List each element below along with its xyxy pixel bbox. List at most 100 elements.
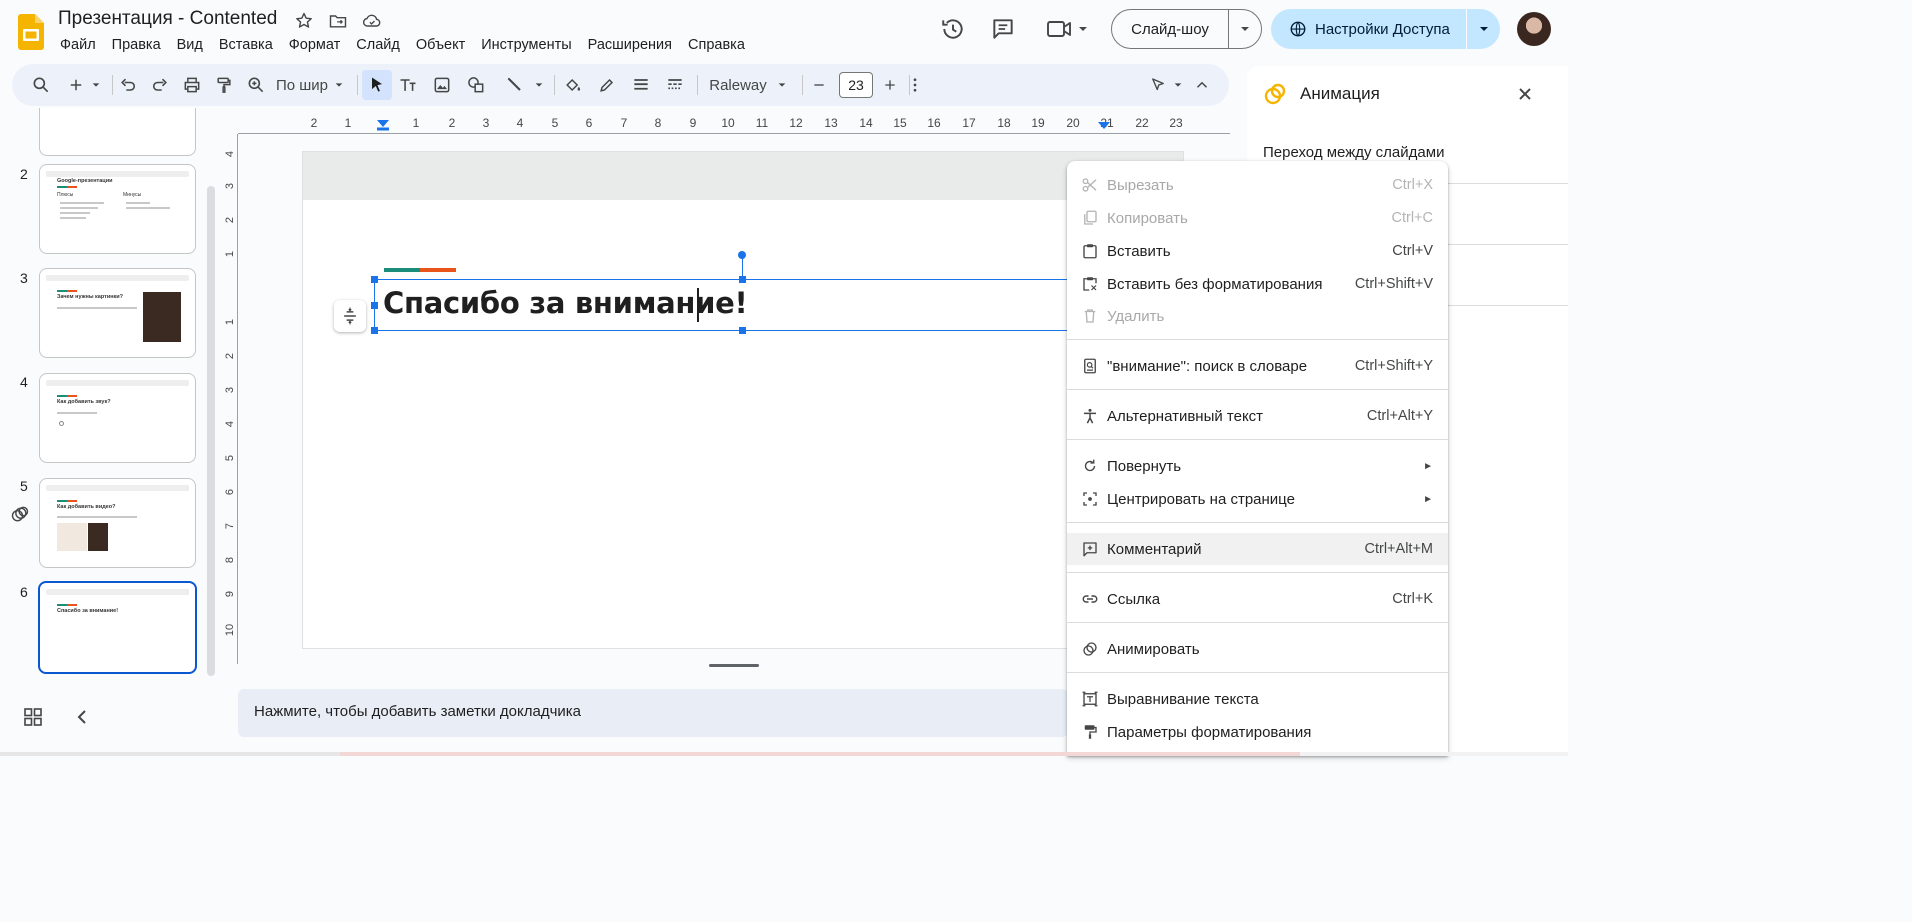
left-indent-marker[interactable] [376,118,390,132]
ruler-tick-label: 8 [654,116,662,130]
redo-icon[interactable] [147,64,173,106]
menu-object[interactable]: Объект [408,36,473,54]
border-dash-icon[interactable] [662,64,688,106]
share-button[interactable]: Настройки Доступа [1271,9,1500,49]
menu-slide[interactable]: Слайд [348,36,408,54]
accent-bar[interactable] [384,268,456,272]
slide-thumbnail-4[interactable]: Как добавить звук? [39,373,196,463]
resize-handle-s[interactable] [739,327,746,334]
menu-extensions[interactable]: Расширения [580,36,680,54]
motion-icon[interactable] [10,504,30,524]
resize-handle-w[interactable] [371,302,378,309]
zoom-icon[interactable] [243,64,269,106]
text-box-icon[interactable] [395,64,421,106]
menu-file[interactable]: Файл [52,36,104,54]
undo-icon[interactable] [115,64,141,106]
more-options-icon[interactable] [902,64,928,106]
slideshow-button[interactable]: Слайд-шоу [1111,9,1262,49]
meet-video-icon[interactable] [1046,16,1090,42]
menu-edit[interactable]: Правка [104,36,169,54]
new-slide-button[interactable] [64,64,104,106]
share-dropdown-icon[interactable] [1467,23,1500,35]
accessibility-icon [1081,407,1099,425]
line-tool-button[interactable] [496,64,552,106]
select-tool-icon[interactable] [362,70,392,100]
menu-item-paste-plain[interactable]: Вставить без форматирования Ctrl+Shift+V [1067,268,1448,300]
increase-font-size-icon[interactable] [878,64,902,106]
submenu-arrow-icon: ► [1423,493,1433,505]
shape-icon[interactable] [463,64,489,106]
menu-view[interactable]: Вид [169,36,211,54]
decrease-font-size-icon[interactable] [807,64,831,106]
text-fit-icon [1081,690,1099,708]
resize-handle-nw[interactable] [371,276,378,283]
dictionary-icon [1081,357,1099,375]
slides-logo[interactable] [18,14,44,50]
menu-item-center-on-page[interactable]: Центрировать на странице ► [1067,483,1448,515]
vertical-align-button[interactable] [334,300,366,332]
slide-thumbnail-5[interactable]: Как добавить видео? [39,478,196,568]
slide-title-text[interactable]: Спасибо за внимание! [383,286,748,320]
slide-transition-label[interactable]: Переход между слайдами [1263,144,1444,161]
font-size-input[interactable]: 23 [839,72,873,98]
image-icon[interactable] [429,64,455,106]
resize-handle-sw[interactable] [371,327,378,334]
menu-item-rotate[interactable]: Повернуть ► [1067,450,1448,482]
menu-item-text-fit[interactable]: Выравнивание текста [1067,683,1448,715]
resize-handle-n[interactable] [739,276,746,283]
menu-format[interactable]: Формат [281,36,349,54]
menu-item-animate[interactable]: Анимировать [1067,633,1448,665]
close-icon[interactable] [1516,85,1534,103]
animation-panel-icon [1263,82,1287,106]
slide-thumbnail-3[interactable]: Зачем нужны картинки? [39,268,196,358]
menu-item-alt-text[interactable]: Альтернативный текст Ctrl+Alt+Y [1067,400,1448,432]
slide-number: 4 [20,374,28,390]
ruler-tick-label: 6 [224,488,236,496]
editing-mode-button[interactable] [1146,64,1186,106]
print-icon[interactable] [179,64,205,106]
filmstrip-scrollbar[interactable] [207,186,215,676]
menu-item-delete[interactable]: Удалить [1067,300,1448,332]
comments-icon[interactable] [990,16,1016,42]
version-history-icon[interactable] [940,16,966,42]
ruler-tick-label: 18 [997,116,1011,130]
border-weight-icon[interactable] [628,64,654,106]
border-color-icon[interactable] [594,64,620,106]
notes-resize-handle[interactable] [709,664,759,667]
fill-color-icon[interactable] [558,64,588,106]
ruler-tick-label: 2 [224,352,236,360]
menu-item-dictionary[interactable]: "внимание": поиск в словаре Ctrl+Shift+Y [1067,350,1448,382]
menu-item-cut[interactable]: Вырезать Ctrl+X [1067,169,1448,201]
collapse-filmstrip-icon[interactable] [74,708,92,726]
move-folder-icon[interactable] [328,11,348,31]
document-title[interactable]: Презентация - Contented [58,8,277,30]
collapse-toolbar-icon[interactable] [1190,64,1214,106]
grid-view-icon[interactable] [24,708,42,726]
menu-item-link[interactable]: Ссылка Ctrl+K [1067,583,1448,615]
zoom-select[interactable]: По шир [274,64,346,106]
cloud-saved-icon[interactable] [362,11,382,31]
speaker-notes[interactable]: Нажмите, чтобы добавить заметки докладчи… [238,689,1068,737]
user-avatar[interactable] [1517,12,1551,46]
font-select[interactable]: Raleway [702,64,794,106]
menu-item-copy[interactable]: Копировать Ctrl+C [1067,202,1448,234]
menu-item-comment[interactable]: Комментарий Ctrl+Alt+M [1067,533,1448,565]
vertical-ruler[interactable]: 4 3 2 1 1 2 3 4 5 6 7 8 9 10 [222,134,238,664]
rotate-icon [1081,457,1099,475]
ruler-tick-label: 17 [962,116,976,130]
slide-canvas[interactable] [303,152,1183,648]
menu-item-paste[interactable]: Вставить Ctrl+V [1067,235,1448,267]
slide-thumbnail-2[interactable]: Google-презентации Плюсы Минусы [39,164,196,254]
paint-format-icon[interactable] [211,64,237,106]
slide-thumbnail-1[interactable] [39,108,196,156]
menu-item-format-options[interactable]: Параметры форматирования [1067,716,1448,748]
rotate-handle[interactable] [738,251,746,259]
right-indent-marker[interactable] [1097,120,1111,132]
menu-insert[interactable]: Вставка [211,36,281,54]
star-icon[interactable] [294,11,314,31]
menu-tools[interactable]: Инструменты [473,36,579,54]
slide-thumbnail-6-selected[interactable]: Спасибо за внимание! [38,581,197,674]
menu-help[interactable]: Справка [680,36,753,54]
search-menus-icon[interactable] [28,64,54,106]
slideshow-dropdown-icon[interactable] [1229,23,1261,35]
